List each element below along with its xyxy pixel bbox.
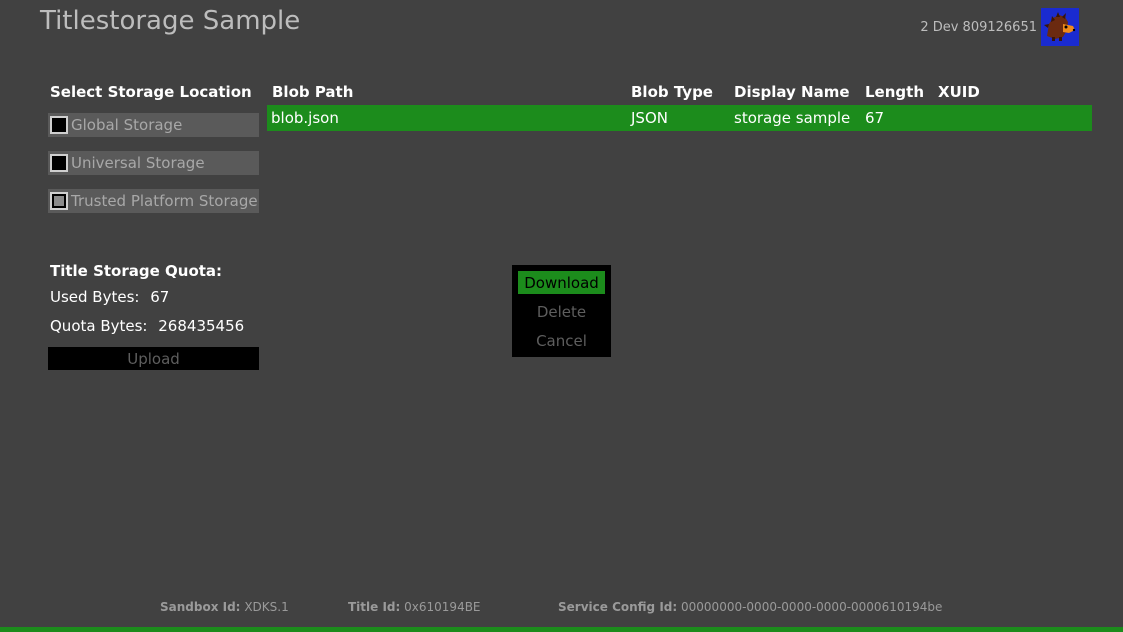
universal-storage-label: Universal Storage (71, 154, 205, 172)
storage-location-header: Select Storage Location (50, 83, 252, 101)
sandbox-id-label: Sandbox Id: (160, 600, 241, 614)
footer-title-id: Title Id: 0x610194BE (348, 600, 481, 614)
global-storage-checkbox[interactable] (50, 116, 68, 134)
column-header-blob-type: Blob Type (631, 83, 713, 101)
app-title: Titlestorage Sample (40, 6, 301, 36)
cancel-menu-item[interactable]: Cancel (518, 329, 605, 352)
blob-context-menu: Download Delete Cancel (512, 265, 611, 357)
used-bytes-value: 67 (150, 288, 170, 306)
global-storage-option[interactable]: Global Storage (48, 113, 259, 137)
cell-blob-path: blob.json (271, 109, 339, 127)
hedgehog-avatar-icon[interactable] (1041, 8, 1079, 46)
trusted-platform-storage-checkbox[interactable] (50, 192, 68, 210)
title-id-value: 0x610194BE (404, 600, 481, 614)
column-header-xuid: XUID (938, 83, 980, 101)
table-row[interactable]: blob.json JSON storage sample 67 (267, 105, 1092, 131)
hedgehog-icon (1044, 12, 1076, 41)
footer-sandbox-id: Sandbox Id: XDKS.1 (160, 600, 289, 614)
column-header-blob-path: Blob Path (272, 83, 354, 101)
universal-storage-option[interactable]: Universal Storage (48, 151, 259, 175)
download-menu-item[interactable]: Download (518, 271, 605, 294)
column-header-length: Length (865, 83, 924, 101)
sandbox-id-value: XDKS.1 (244, 600, 289, 614)
trusted-platform-storage-option[interactable]: Trusted Platform Storage (48, 189, 259, 213)
used-bytes-label: Used Bytes: (50, 288, 140, 306)
bottom-accent-bar (0, 627, 1123, 632)
upload-button[interactable]: Upload (48, 347, 259, 370)
title-id-label: Title Id: (348, 600, 401, 614)
cell-length: 67 (865, 109, 885, 127)
service-config-id-value: 00000000-0000-0000-0000-0000610194be (681, 600, 943, 614)
global-storage-label: Global Storage (71, 116, 183, 134)
user-info: 2 Dev 809126651 (920, 8, 1079, 46)
cell-blob-type: JSON (631, 109, 668, 127)
quota-title: Title Storage Quota: (50, 262, 223, 280)
delete-menu-item[interactable]: Delete (518, 300, 605, 323)
quota-bytes-label: Quota Bytes: (50, 317, 148, 335)
trusted-platform-storage-label: Trusted Platform Storage (71, 192, 258, 210)
universal-storage-checkbox[interactable] (50, 154, 68, 172)
gamertag: 2 Dev 809126651 (920, 19, 1037, 35)
quota-bytes-value: 268435456 (158, 317, 245, 335)
used-bytes-line: Used Bytes: 67 (50, 288, 169, 306)
column-header-display-name: Display Name (734, 83, 850, 101)
cell-display-name: storage sample (734, 109, 851, 127)
quota-bytes-line: Quota Bytes: 268435456 (50, 317, 244, 335)
footer-service-config-id: Service Config Id: 00000000-0000-0000-00… (558, 600, 942, 614)
service-config-id-label: Service Config Id: (558, 600, 678, 614)
